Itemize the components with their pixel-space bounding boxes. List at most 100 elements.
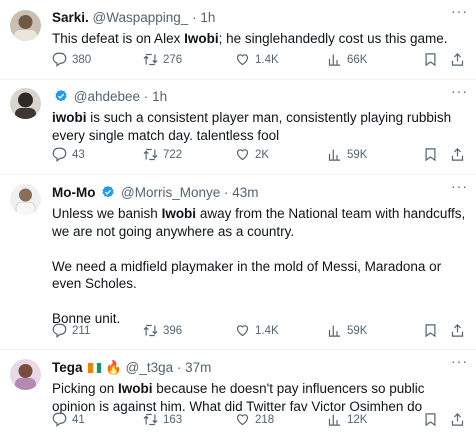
tweet-text-segment: Unless we banish <box>52 206 162 221</box>
views-icon <box>328 54 341 66</box>
retweet-count: 722 <box>163 148 183 161</box>
like-count: 2K <box>255 148 270 161</box>
separator-dot: · <box>143 89 149 104</box>
tweet-text-segment: Picking on <box>52 381 119 396</box>
like-button[interactable]: 2K <box>235 147 269 162</box>
timestamp[interactable]: 37m <box>185 360 211 375</box>
views-button[interactable]: 59K <box>327 147 367 162</box>
avatar[interactable] <box>10 88 41 119</box>
tweet-text-highlight: Iwobi <box>118 381 153 396</box>
views-count: 59K <box>347 148 368 161</box>
more-icon[interactable]: ··· <box>451 353 468 369</box>
reply-icon <box>52 52 67 67</box>
retweet-button[interactable]: 163 <box>143 412 182 427</box>
display-name[interactable]: Mo-Mo <box>52 185 95 200</box>
share-button[interactable] <box>450 412 465 427</box>
like-count: 1.4K <box>255 53 279 66</box>
like-icon <box>236 149 249 161</box>
reply-icon <box>52 412 67 427</box>
retweet-button[interactable]: 722 <box>143 147 182 162</box>
tweet-header: Tega 🔥 @_t3ga · 37m <box>52 359 466 376</box>
reply-count: 41 <box>72 413 85 426</box>
like-icon <box>236 54 249 66</box>
share-icon <box>451 148 464 161</box>
reply-count: 211 <box>72 324 91 337</box>
tweet-4[interactable]: Tega 🔥 @_t3ga · 37m Picking on Iwobi bec… <box>0 350 476 438</box>
tweet-text-segment: ; he singlehandedly cost us this game. <box>218 31 448 46</box>
reply-button[interactable]: 211 <box>52 323 90 338</box>
bookmark-button[interactable] <box>423 323 438 338</box>
display-name[interactable]: Tega <box>52 360 83 375</box>
like-count: 1.4K <box>255 324 279 337</box>
tweet-header: Mo-Mo @Morris_Monye · 43m <box>52 184 466 201</box>
user-handle[interactable]: @ahdebee <box>74 89 140 104</box>
avatar[interactable] <box>10 10 41 41</box>
reply-icon <box>52 147 67 162</box>
retweet-count: 276 <box>163 53 183 66</box>
views-icon <box>328 414 341 426</box>
bookmark-icon <box>425 413 436 427</box>
timestamp[interactable]: 1h <box>200 10 215 25</box>
like-button[interactable]: 1.4K <box>235 52 279 67</box>
retweet-button[interactable]: 276 <box>143 52 182 67</box>
avatar[interactable] <box>10 184 41 215</box>
views-count: 66K <box>347 53 368 66</box>
tweet-text-segment: This defeat is on Alex <box>52 31 185 46</box>
more-icon[interactable]: ··· <box>451 178 468 194</box>
views-button[interactable]: 66K <box>327 52 367 67</box>
user-handle[interactable]: @_t3ga <box>126 360 174 375</box>
timestamp[interactable]: 43m <box>232 185 258 200</box>
more-icon[interactable]: ··· <box>451 83 468 99</box>
reply-count: 380 <box>72 53 92 66</box>
tweet-header: Sarki. @Waspapping_ · 1h <box>52 9 466 26</box>
views-count: 12K <box>347 413 368 426</box>
reply-button[interactable]: 380 <box>52 52 91 67</box>
views-icon <box>328 149 341 161</box>
user-handle[interactable]: @Morris_Monye <box>121 185 220 200</box>
bookmark-button[interactable] <box>423 147 438 162</box>
tweet-text-highlight: iwobi <box>52 110 87 125</box>
action-bar: 43 722 2K 59K <box>52 147 466 165</box>
tweet-text-segment: away from the National team with handcuf… <box>52 206 466 326</box>
more-icon[interactable]: ··· <box>451 3 468 19</box>
share-button[interactable] <box>450 52 465 67</box>
avatar[interactable] <box>10 359 41 390</box>
verified-badge-icon <box>55 89 67 102</box>
like-icon <box>236 325 249 337</box>
retweet-icon <box>143 53 158 66</box>
retweet-icon <box>143 413 158 426</box>
share-icon <box>451 413 464 426</box>
like-button[interactable]: 1.4K <box>235 323 279 338</box>
reply-button[interactable]: 43 <box>52 147 85 162</box>
tweet-text-segment: is such a consistent player man, consist… <box>52 110 452 143</box>
flag-icon <box>88 360 102 373</box>
separator-dot: · <box>176 360 182 375</box>
fire-emoji: 🔥 <box>105 360 122 375</box>
views-button[interactable]: 59K <box>327 323 367 338</box>
tweet-text: Unless we banish Iwobi away from the Nat… <box>52 205 466 328</box>
bookmark-icon <box>425 148 436 162</box>
tweet-1[interactable]: Sarki. @Waspapping_ · 1h This defeat is … <box>0 0 476 80</box>
views-button[interactable]: 12K <box>327 412 367 427</box>
share-icon <box>451 324 464 337</box>
share-button[interactable] <box>450 323 465 338</box>
tweet-2[interactable]: @ahdebee · 1h iwobi is such a consistent… <box>0 80 476 175</box>
tweet-3[interactable]: Mo-Mo @Morris_Monye · 43m Unless we bani… <box>0 175 476 350</box>
tweet-text: This defeat is on Alex Iwobi; he singleh… <box>52 30 466 48</box>
bookmark-button[interactable] <box>423 52 438 67</box>
reply-icon <box>52 323 67 338</box>
tweet-text-highlight: Iwobi <box>184 31 219 46</box>
display-name[interactable]: Sarki. <box>52 10 89 25</box>
tweet-text-highlight: Iwobi <box>161 206 197 221</box>
timestamp[interactable]: 1h <box>152 89 167 104</box>
bookmark-icon <box>425 53 436 67</box>
reply-button[interactable]: 41 <box>52 412 85 427</box>
user-handle[interactable]: @Waspapping_ <box>93 10 189 25</box>
bookmark-button[interactable] <box>423 412 438 427</box>
retweet-button[interactable]: 396 <box>143 323 182 338</box>
views-icon <box>328 325 341 337</box>
tweet-header: @ahdebee · 1h <box>52 88 466 105</box>
like-button[interactable]: 218 <box>235 412 274 427</box>
share-button[interactable] <box>450 147 465 162</box>
separator-dot: · <box>224 185 229 200</box>
